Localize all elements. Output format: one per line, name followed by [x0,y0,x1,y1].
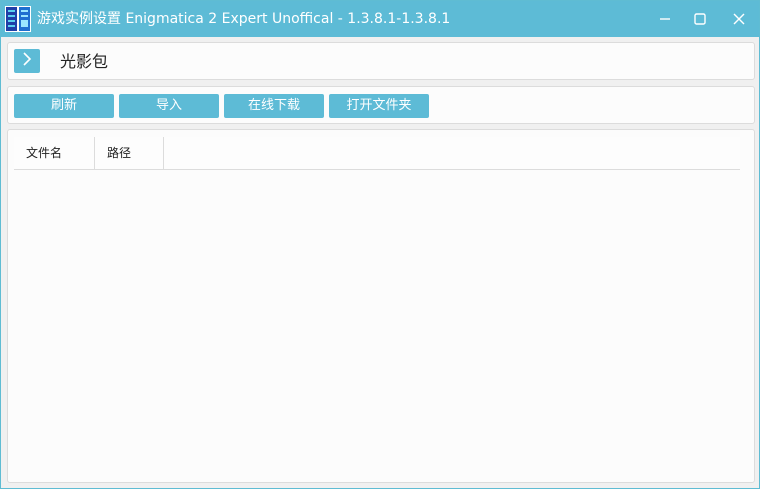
refresh-button[interactable]: 刷新 [14,94,114,118]
maximize-icon [694,13,706,25]
online-download-button[interactable]: 在线下载 [224,94,324,118]
window-title: 游戏实例设置 Enigmatica 2 Expert Unoffical - 1… [37,11,451,27]
app-window: 游戏实例设置 Enigmatica 2 Expert Unoffical - 1… [0,0,760,489]
open-folder-button[interactable]: 打开文件夹 [329,94,429,118]
maximize-button[interactable] [682,1,718,37]
back-button[interactable] [14,49,40,73]
chevron-right-icon [21,51,33,71]
shaderpack-list-panel: 文件名 路径 [7,129,755,483]
title-bar[interactable]: 游戏实例设置 Enigmatica 2 Expert Unoffical - 1… [1,1,759,37]
import-button[interactable]: 导入 [119,94,219,118]
toolbar: 刷新 导入 在线下载 打开文件夹 [7,86,755,124]
page-header: 光影包 [7,42,755,80]
column-header-path[interactable]: 路径 [95,137,164,169]
close-icon [733,13,745,25]
hmcl-launcher-icon [5,6,31,32]
minimize-icon [659,13,671,25]
minimize-button[interactable] [647,1,683,37]
shaderpack-table: 文件名 路径 [14,137,740,170]
close-button[interactable] [721,1,757,37]
page-title: 光影包 [60,52,109,71]
column-header-filename[interactable]: 文件名 [14,137,95,169]
